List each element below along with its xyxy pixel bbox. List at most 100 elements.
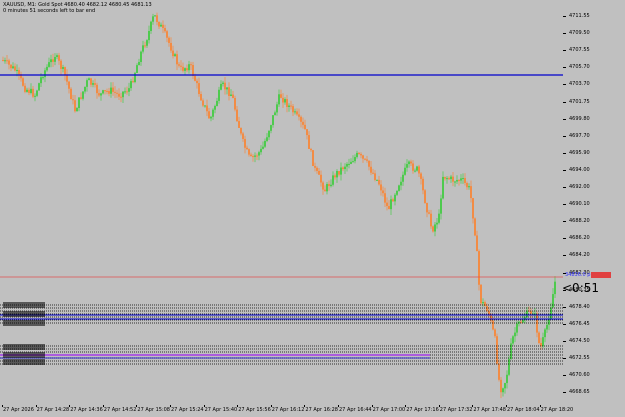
bear-candle [60, 60, 62, 69]
bull-candle [78, 97, 80, 109]
bull-candle [348, 163, 350, 165]
time-axis[interactable]: 27 Apr 2026 27 Apr 14:28 27 Apr 14:36 27 Ap… [0, 405, 625, 417]
bear-candle [286, 99, 288, 107]
bear-candle [472, 198, 474, 219]
bull-candle [396, 190, 398, 195]
bear-candle [246, 147, 248, 150]
level-marker-block [3, 359, 45, 365]
bull-candle [92, 83, 94, 85]
bull-candle [88, 78, 90, 81]
bull-candle [122, 91, 124, 98]
bull-candle [204, 105, 206, 107]
time-tick-label: 27 Apr 15:24 [171, 407, 204, 413]
price-tick-label: 4692.00 [569, 184, 590, 190]
bull-candle [38, 83, 40, 91]
bull-candle [4, 60, 6, 62]
bull-candle [274, 112, 276, 116]
chart-window[interactable]: XAUUSD, M1: Gold Spot 4680.40 4682.12 46… [0, 0, 625, 417]
bear-candle [170, 42, 172, 51]
bear-candle [358, 152, 360, 154]
bear-candle [368, 160, 370, 167]
bull-candle [552, 294, 554, 308]
bear-candle [234, 97, 236, 110]
price-tick-mark [563, 101, 566, 103]
bull-candle [270, 125, 272, 131]
bar-timer-text: 0 minutes 51 seconds left to bar end [3, 8, 96, 14]
bear-candle [470, 186, 472, 199]
bull-candle [30, 88, 32, 93]
bear-candle [242, 133, 244, 139]
bull-candle [404, 167, 406, 175]
time-tick-label: 27 Apr 16:12 [271, 407, 305, 413]
price-tick-mark [563, 221, 566, 223]
price-axis[interactable]: 4711.55 4709.50 4707.55 4705.70 4703.70 4701.… [563, 0, 625, 405]
bull-candle [332, 175, 334, 185]
bull-candle [218, 89, 220, 101]
bear-candle [6, 60, 8, 62]
bull-candle [344, 166, 346, 170]
bear-candle [530, 311, 532, 314]
bull-candle [390, 199, 392, 210]
bear-candle [360, 153, 362, 156]
bear-candle [172, 50, 174, 57]
bull-candle [140, 51, 142, 62]
bear-candle [374, 173, 376, 180]
bull-candle [376, 179, 378, 181]
bear-candle [310, 148, 312, 151]
bull-candle [184, 68, 186, 71]
time-tick-label: 27 Apr 15:08 [137, 407, 170, 413]
time-tick-label: 27 Apr 15:56 [238, 407, 271, 413]
bull-candle [56, 55, 58, 57]
bear-candle [176, 54, 178, 65]
bear-candle [104, 90, 106, 92]
bull-candle [50, 59, 52, 63]
bear-candle [24, 85, 26, 92]
time-tick-label: 27 Apr 16:44 [339, 407, 372, 413]
bull-candle [482, 302, 484, 304]
bear-candle [420, 173, 422, 179]
price-chart[interactable] [0, 0, 563, 405]
bear-candle [298, 114, 300, 117]
bear-candle [2, 60, 4, 61]
bull-candle [226, 87, 228, 90]
bull-candle [354, 157, 356, 162]
bull-candle [554, 281, 556, 295]
price-tick-mark [563, 67, 566, 69]
bull-candle [128, 88, 130, 92]
bear-candle [114, 91, 116, 93]
bull-candle [442, 176, 444, 199]
price-tick-label: 4711.55 [569, 13, 590, 19]
bull-candle [48, 62, 50, 67]
bear-candle [282, 97, 284, 103]
price-tick-mark [563, 255, 566, 257]
bear-candle [94, 83, 96, 85]
bear-candle [194, 75, 196, 81]
bull-candle [214, 105, 216, 110]
price-tick-mark [563, 84, 566, 86]
bear-candle [190, 64, 192, 66]
bear-candle [342, 167, 344, 170]
bull-candle [150, 21, 152, 32]
price-tick-mark [563, 169, 566, 171]
price-tick-mark [563, 323, 566, 325]
bull-candle [336, 170, 338, 178]
bull-candle [546, 324, 548, 330]
bull-candle [502, 388, 504, 393]
bear-candle [98, 93, 100, 96]
time-tick-label: 27 Apr 14:36 [70, 407, 103, 413]
bull-candle [34, 95, 36, 97]
bull-candle [100, 93, 102, 96]
price-tick-mark [563, 238, 566, 240]
bear-candle [382, 190, 384, 194]
bear-candle [250, 154, 252, 157]
bear-candle [108, 91, 110, 94]
bear-candle [520, 321, 522, 323]
bear-candle [228, 87, 230, 96]
bull-candle [462, 178, 464, 180]
bull-candle [142, 45, 144, 52]
bear-candle [168, 37, 170, 43]
bear-candle [308, 135, 310, 149]
bear-candle [466, 182, 468, 188]
bear-candle [372, 172, 374, 174]
level-marker-block [3, 311, 45, 317]
